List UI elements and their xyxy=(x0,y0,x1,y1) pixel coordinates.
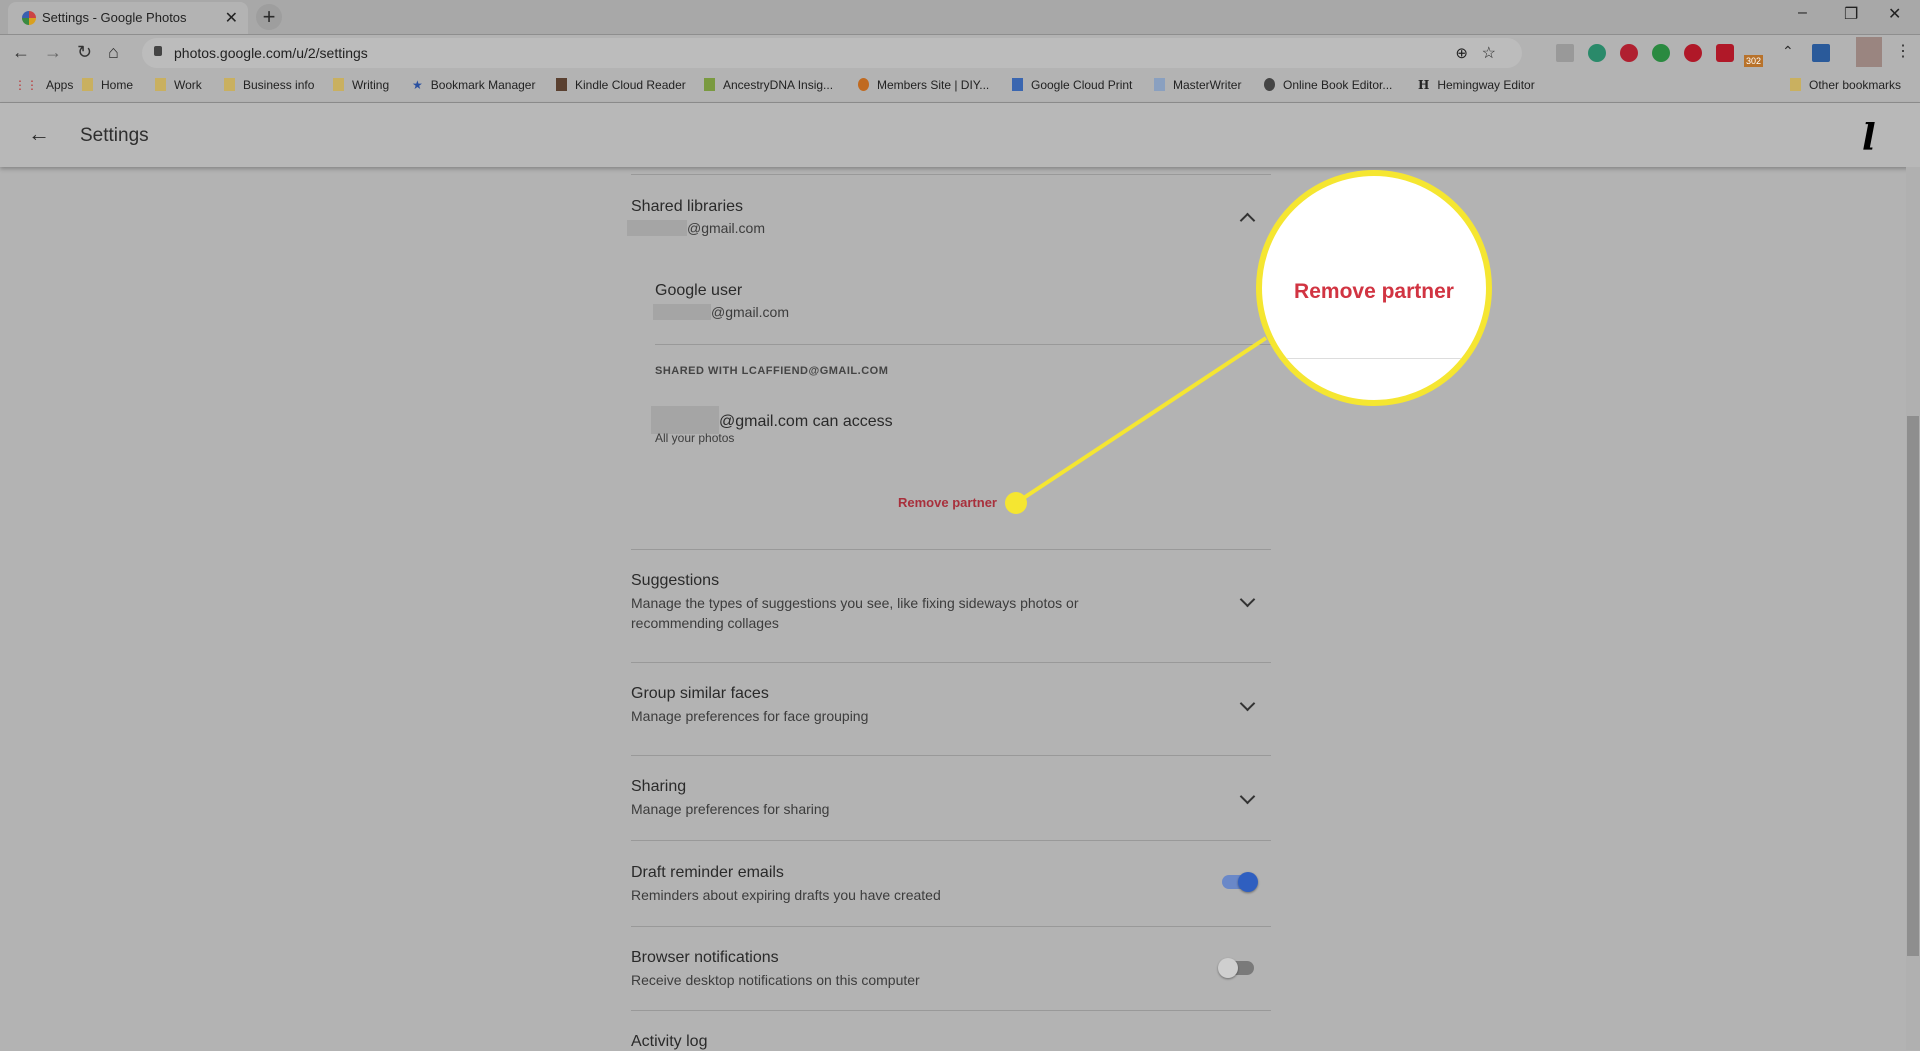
highlight-dot xyxy=(1005,492,1027,514)
callout-divider xyxy=(1262,358,1486,359)
callout-text: Remove partner xyxy=(1294,280,1454,303)
callout-line xyxy=(1014,336,1268,505)
magnified-callout: Remove partner xyxy=(1256,170,1492,406)
